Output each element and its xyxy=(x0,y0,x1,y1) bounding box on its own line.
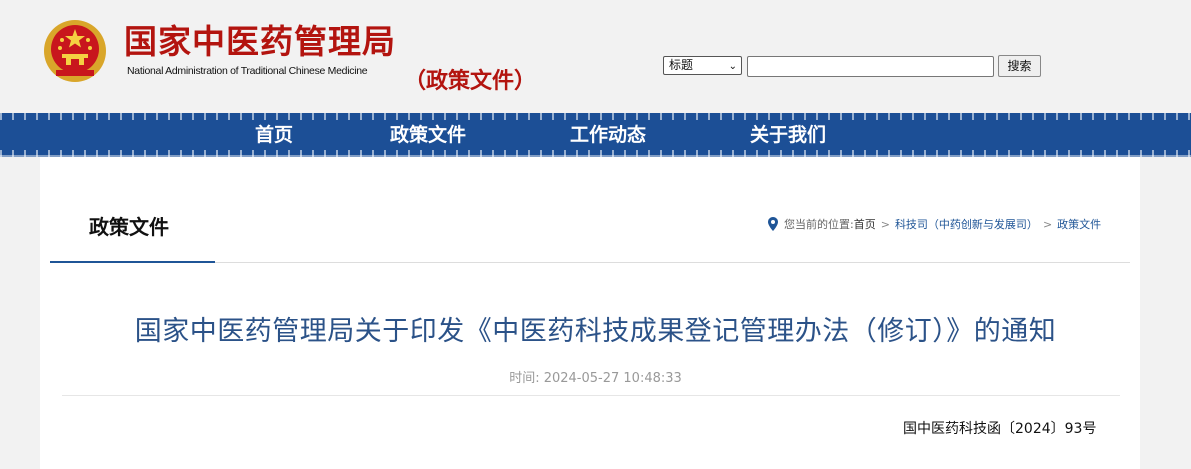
breadcrumb-item-home[interactable]: 首页 xyxy=(854,216,876,232)
breadcrumb-item-department[interactable]: 科技司（中药创新与发展司） xyxy=(895,216,1038,232)
article-time-label: 时间: xyxy=(509,371,540,386)
nav-item-home[interactable]: 首页 xyxy=(255,124,293,146)
section-subtitle: （政策文件） xyxy=(404,69,537,94)
breadcrumb: 您当前的位置: 首页 > 科技司（中药创新与发展司） > 政策文件 xyxy=(768,216,1101,232)
search-select-value: 标题 xyxy=(669,58,694,72)
nav-item-policy-documents[interactable]: 政策文件 xyxy=(390,124,466,146)
breadcrumb-item-policy-documents[interactable]: 政策文件 xyxy=(1057,216,1101,232)
location-pin-icon xyxy=(768,217,778,231)
document-number: 国中医药科技函〔2024〕93号 xyxy=(903,421,1097,437)
nav-item-about-us[interactable]: 关于我们 xyxy=(750,124,826,146)
breadcrumb-prefix: 您当前的位置: xyxy=(784,218,854,231)
article-title: 国家中医药管理局关于印发《中医药科技成果登记管理办法（修订）》的通知 xyxy=(134,316,1057,347)
nav-item-work-news[interactable]: 工作动态 xyxy=(570,124,646,146)
article-time-value: 2024-05-27 10:48:33 xyxy=(543,371,682,386)
article-timestamp: 时间: 2024-05-27 10:48:33 xyxy=(0,367,1191,386)
search-field-select[interactable]: 标题 ⌄ xyxy=(663,56,742,75)
search-input[interactable] xyxy=(747,56,994,77)
chevron-down-icon: ⌄ xyxy=(728,61,737,72)
site-name-en[interactable]: National Administration of Traditional C… xyxy=(127,65,368,77)
search-button[interactable]: 搜索 xyxy=(998,55,1041,77)
article-divider xyxy=(62,395,1120,396)
section-active-underline xyxy=(50,261,215,263)
breadcrumb-separator: > xyxy=(880,217,890,231)
section-title: 政策文件 xyxy=(89,215,169,239)
site-name-cn[interactable]: 国家中医药管理局 xyxy=(124,22,396,62)
national-emblem-icon xyxy=(44,20,106,82)
breadcrumb-separator: > xyxy=(1042,217,1053,231)
